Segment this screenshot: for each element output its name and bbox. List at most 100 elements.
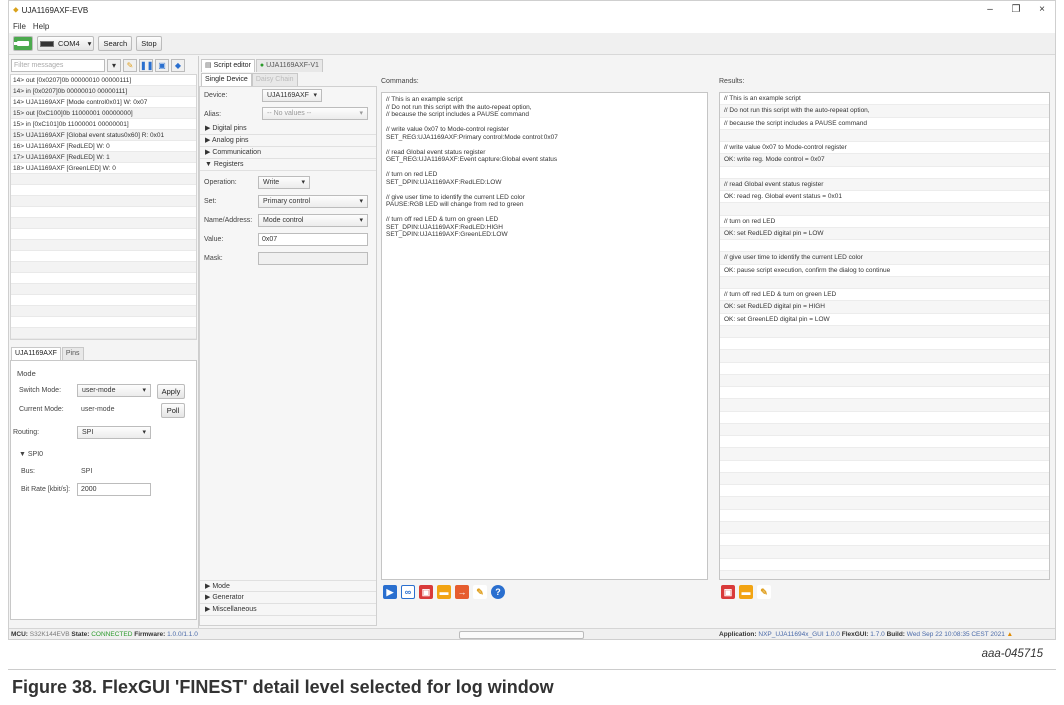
script-editor[interactable]: // This is an example script// Do not ru… — [381, 92, 708, 580]
log-row[interactable] — [11, 174, 196, 185]
result-row[interactable]: // read Global event status register — [720, 178, 1049, 191]
log-row[interactable] — [11, 240, 196, 251]
open-results-icon[interactable]: ▬ — [739, 585, 753, 599]
result-row[interactable]: // turn off red LED & turn on green LED — [720, 289, 1049, 302]
result-row[interactable] — [720, 510, 1049, 522]
routing-dropdown[interactable]: SPI — [77, 426, 151, 439]
section-digital-pins[interactable]: ▶ Digital pins — [200, 123, 376, 135]
result-row[interactable] — [720, 423, 1049, 436]
result-row[interactable] — [720, 240, 1049, 253]
apply-button[interactable]: Apply — [157, 384, 185, 399]
log-row[interactable] — [11, 317, 196, 328]
device-dropdown[interactable]: UJA1169AXF — [262, 89, 322, 102]
log-row[interactable] — [11, 306, 196, 317]
result-row[interactable]: // write value 0x07 to Mode-control regi… — [720, 142, 1049, 155]
result-row[interactable]: OK: set GreenLED digital pin = LOW — [720, 314, 1049, 326]
save-log-icon[interactable]: ▣ — [155, 58, 169, 72]
result-row[interactable]: // because the script includes a PAUSE c… — [720, 118, 1049, 130]
clear-log-icon[interactable]: ✎ — [123, 58, 137, 72]
result-row[interactable] — [720, 325, 1049, 338]
result-row[interactable]: OK: read reg. Global event status = 0x01 — [720, 191, 1049, 204]
result-row[interactable]: OK: set RedLED digital pin = HIGH — [720, 301, 1049, 314]
result-row[interactable] — [720, 338, 1049, 351]
log-row[interactable]: 17> UJA1169AXF [RedLED] W: 1 — [11, 152, 196, 163]
result-row[interactable] — [720, 363, 1049, 375]
result-row[interactable] — [720, 129, 1049, 142]
save-icon[interactable]: ▣ — [419, 585, 433, 599]
result-row[interactable] — [720, 485, 1049, 498]
log-row[interactable] — [11, 196, 196, 207]
result-row[interactable] — [720, 276, 1049, 289]
log-row[interactable] — [11, 185, 196, 196]
switch-mode-dropdown[interactable]: user-mode — [77, 384, 151, 397]
result-row[interactable] — [720, 461, 1049, 473]
result-row[interactable]: // Do not run this script with the auto-… — [720, 105, 1049, 118]
stop-button[interactable]: Stop — [136, 36, 162, 51]
insert-icon[interactable]: → — [455, 585, 469, 599]
result-row[interactable] — [720, 167, 1049, 179]
repeat-icon[interactable]: ∞ — [401, 585, 415, 599]
section-communication[interactable]: ▶ Communication — [200, 147, 376, 159]
result-row[interactable] — [720, 546, 1049, 559]
section-analog-pins[interactable]: ▶ Analog pins — [200, 135, 376, 147]
log-row[interactable] — [11, 218, 196, 229]
log-row[interactable] — [11, 328, 196, 339]
result-row[interactable]: OK: set RedLED digital pin = LOW — [720, 227, 1049, 240]
tab-pins[interactable]: Pins — [61, 347, 84, 360]
log-row[interactable]: 14> in [0x0207]0b 00000010 00000111] — [11, 86, 196, 97]
log-row[interactable]: 14> UJA1169AXF [Mode control0x01] W: 0x0… — [11, 97, 196, 108]
result-row[interactable] — [720, 399, 1049, 412]
result-row[interactable] — [720, 570, 1049, 579]
open-folder-icon[interactable]: ▬ — [437, 585, 451, 599]
result-row[interactable]: OK: pause script execution, confirm the … — [720, 265, 1049, 277]
settings-icon[interactable]: ◆ — [171, 58, 185, 72]
name-address-dropdown[interactable]: Mode control — [258, 214, 368, 227]
value-input[interactable]: 0x07 — [258, 233, 368, 246]
spi-section-title[interactable]: ▼ SPI0 — [19, 451, 43, 458]
result-row[interactable]: // This is an example script — [720, 93, 1049, 106]
help-icon[interactable]: ? — [491, 585, 505, 599]
search-button[interactable]: Search — [98, 36, 133, 51]
result-row[interactable] — [720, 448, 1049, 461]
clear-icon[interactable]: ✎ — [473, 585, 487, 599]
pause-icon[interactable]: ❚❚ — [139, 58, 153, 72]
log-row[interactable] — [11, 251, 196, 262]
tab-daisy-chain[interactable]: Daisy Chain — [251, 73, 298, 86]
result-row[interactable] — [720, 559, 1049, 571]
maximize-button[interactable]: ❐ — [1003, 1, 1029, 19]
close-button[interactable]: × — [1029, 1, 1055, 19]
log-row[interactable] — [11, 284, 196, 295]
result-row[interactable] — [720, 436, 1049, 449]
clear-results-icon[interactable]: ✎ — [757, 585, 771, 599]
filter-input[interactable]: Filter messages — [11, 58, 105, 72]
log-row[interactable] — [11, 262, 196, 273]
result-row[interactable]: OK: write reg. Mode control = 0x07 — [720, 154, 1049, 167]
log-row[interactable]: 16> UJA1169AXF [RedLED] W: 0 — [11, 141, 196, 152]
log-row[interactable] — [11, 207, 196, 218]
result-row[interactable] — [720, 521, 1049, 534]
log-list[interactable]: 14> out [0x0207]0b 00000010 00000111] 14>… — [10, 74, 197, 340]
tab-device-v1[interactable]: ● UJA1169AXF-V1 — [255, 59, 323, 72]
save-results-icon[interactable]: ▣ — [721, 585, 735, 599]
menu-file[interactable]: File — [13, 22, 26, 31]
section-registers[interactable]: ▼ Registers — [200, 159, 376, 171]
connect-button[interactable] — [13, 36, 33, 51]
section-miscellaneous[interactable]: ▶ Miscellaneous — [200, 604, 376, 616]
menu-help[interactable]: Help — [33, 22, 49, 31]
port-combo[interactable]: COM4 ▾ — [37, 36, 95, 51]
results-list[interactable]: // This is an example script// Do not ru… — [719, 92, 1050, 580]
poll-button[interactable]: Poll — [161, 403, 185, 418]
section-mode[interactable]: ▶ Mode — [200, 580, 376, 592]
tab-single-device[interactable]: Single Device — [201, 73, 252, 86]
log-row[interactable]: 15> UJA1169AXF [Global event status0x60]… — [11, 130, 196, 141]
log-row[interactable]: 18> UJA1169AXF [GreenLED] W: 0 — [11, 163, 196, 174]
set-dropdown[interactable]: Primary control — [258, 195, 368, 208]
result-row[interactable] — [720, 412, 1049, 424]
section-generator[interactable]: ▶ Generator — [200, 592, 376, 604]
log-row[interactable]: 14> out [0x0207]0b 00000010 00000111] — [11, 75, 196, 86]
log-row[interactable] — [11, 295, 196, 306]
filter-level-dropdown[interactable]: ▾ — [107, 58, 121, 72]
result-row[interactable] — [720, 534, 1049, 547]
result-row[interactable]: // turn on red LED — [720, 216, 1049, 228]
tab-script-editor[interactable]: ▤ Script editor — [201, 59, 255, 72]
